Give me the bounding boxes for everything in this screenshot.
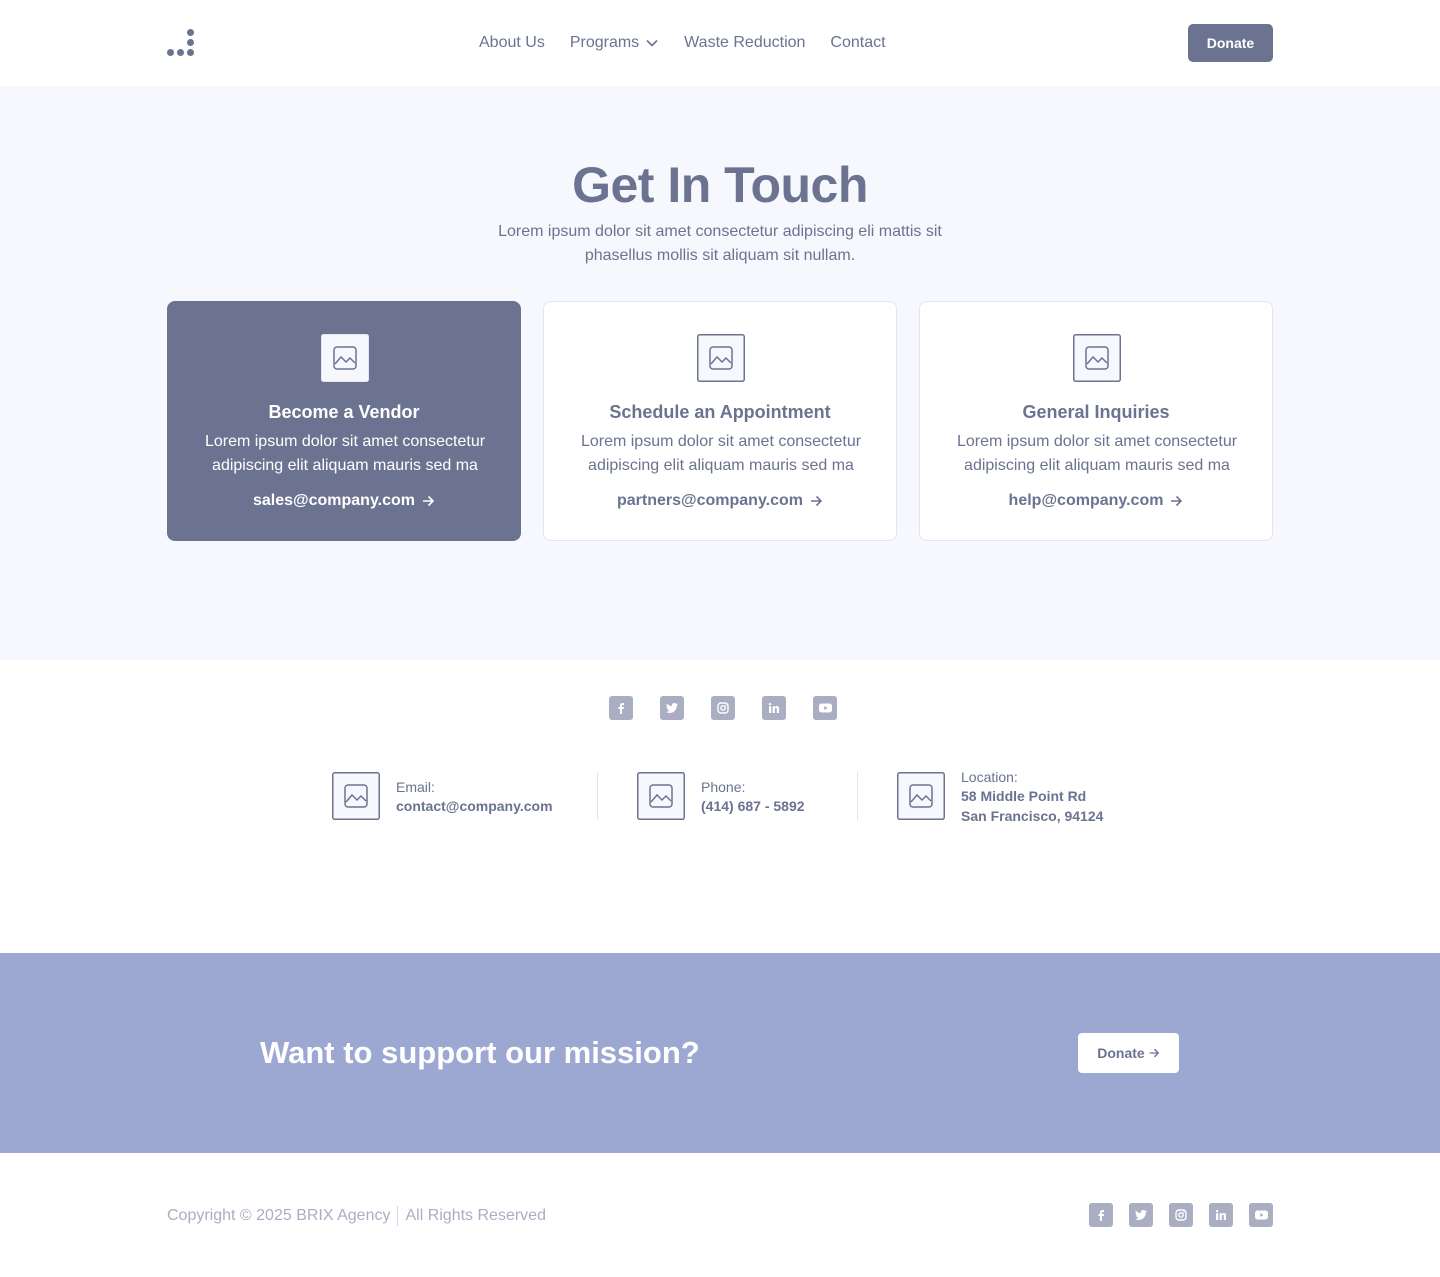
cta-donate-button[interactable]: Donate <box>1078 1033 1179 1073</box>
contact-label: Phone: <box>701 779 746 795</box>
nav-link-waste-reduction[interactable]: Waste Reduction <box>684 33 805 53</box>
card-email-link[interactable]: sales@company.com <box>168 492 520 510</box>
twitter-icon[interactable] <box>660 696 684 720</box>
linkedin-icon[interactable] <box>1209 1203 1233 1227</box>
twitter-icon[interactable] <box>1129 1203 1153 1227</box>
contact-email-value[interactable]: contact@company.com <box>396 796 553 816</box>
copyright-text: Copyright © 2025 BRIX Agency <box>167 1207 391 1224</box>
nav-link-programs[interactable]: Programs <box>570 33 659 53</box>
page-subtitle: Lorem ipsum dolor sit amet consectetur a… <box>498 223 942 264</box>
contact-card-general[interactable]: General Inquiries Lorem ipsum dolor sit … <box>919 301 1273 541</box>
youtube-icon[interactable] <box>1249 1203 1273 1227</box>
nav-links: About Us Programs Waste Reduction Contac… <box>479 33 911 53</box>
contact-phone: Phone: (414) 687 - 5892 <box>637 772 805 820</box>
contact-card-vendor[interactable]: Become a Vendor Lorem ipsum dolor sit am… <box>167 301 521 541</box>
rights-text: All Rights Reserved <box>405 1207 546 1224</box>
image-icon <box>637 772 685 820</box>
footer-copyright: Copyright © 2025 BRIX Agency All Rights … <box>167 1206 546 1226</box>
nav-link-label: Contact <box>830 34 886 51</box>
donate-button[interactable]: Donate <box>1188 24 1273 62</box>
card-email: partners@company.com <box>616 492 804 509</box>
divider <box>397 1206 399 1226</box>
contact-label: Location: <box>961 769 1018 785</box>
contact-phone-value[interactable]: (414) 687 - 5892 <box>701 796 805 816</box>
card-email: help@company.com <box>1008 492 1164 509</box>
card-text: Lorem ipsum dolor sit amet consectetur a… <box>580 433 862 474</box>
card-email-link[interactable]: help@company.com <box>920 492 1272 510</box>
contact-address-line2: San Francisco, 94124 <box>961 808 1104 824</box>
nav-link-label: Waste Reduction <box>684 34 806 51</box>
cta-title: Want to support our mission? <box>260 1035 700 1070</box>
chevron-down-icon <box>646 39 658 47</box>
contact-location: Location: 58 Middle Point Rd San Francis… <box>897 769 1104 826</box>
card-text: Lorem ipsum dolor sit amet consectetur a… <box>956 433 1238 474</box>
image-icon <box>321 334 369 382</box>
card-email: sales@company.com <box>252 492 416 509</box>
arrow-right-icon <box>1171 495 1183 507</box>
contact-address-line1: 58 Middle Point Rd <box>961 788 1087 804</box>
social-links <box>609 696 837 720</box>
youtube-icon[interactable] <box>813 696 837 720</box>
arrow-right-icon <box>811 495 823 507</box>
card-title: Schedule an Appointment <box>609 402 831 422</box>
divider <box>597 772 598 820</box>
image-icon <box>332 772 380 820</box>
top-nav: About Us Programs Waste Reduction Contac… <box>0 0 1440 86</box>
card-text: Lorem ipsum dolor sit amet consectetur a… <box>204 433 486 474</box>
nav-link-label: Programs <box>569 34 640 51</box>
facebook-icon[interactable] <box>1089 1203 1113 1227</box>
nav-link-about[interactable]: About Us <box>479 33 545 53</box>
image-icon <box>1073 334 1121 382</box>
arrow-right-icon <box>1149 1048 1159 1058</box>
card-title: General Inquiries <box>1022 402 1170 422</box>
facebook-icon[interactable] <box>609 696 633 720</box>
card-email-link[interactable]: partners@company.com <box>544 492 896 510</box>
contact-label: Email: <box>396 779 435 795</box>
cta-banner: Want to support our mission? Donate <box>0 953 1440 1153</box>
contact-hero: Get In Touch Lorem ipsum dolor sit amet … <box>0 86 1440 660</box>
nav-link-contact[interactable]: Contact <box>830 33 885 53</box>
cta-donate-label: Donate <box>1097 1045 1145 1061</box>
contact-email: Email: contact@company.com <box>332 772 553 820</box>
divider <box>857 772 858 820</box>
instagram-icon[interactable] <box>711 696 735 720</box>
instagram-icon[interactable] <box>1169 1203 1193 1227</box>
logo[interactable] <box>167 29 195 57</box>
nav-link-label: About Us <box>479 34 545 51</box>
image-icon <box>697 334 745 382</box>
contact-card-appointment[interactable]: Schedule an Appointment Lorem ipsum dolo… <box>543 301 897 541</box>
page-title: Get In Touch <box>572 157 868 213</box>
image-icon <box>897 772 945 820</box>
arrow-right-icon <box>423 495 435 507</box>
footer-social-links <box>1089 1203 1273 1227</box>
linkedin-icon[interactable] <box>762 696 786 720</box>
card-title: Become a Vendor <box>268 402 420 422</box>
